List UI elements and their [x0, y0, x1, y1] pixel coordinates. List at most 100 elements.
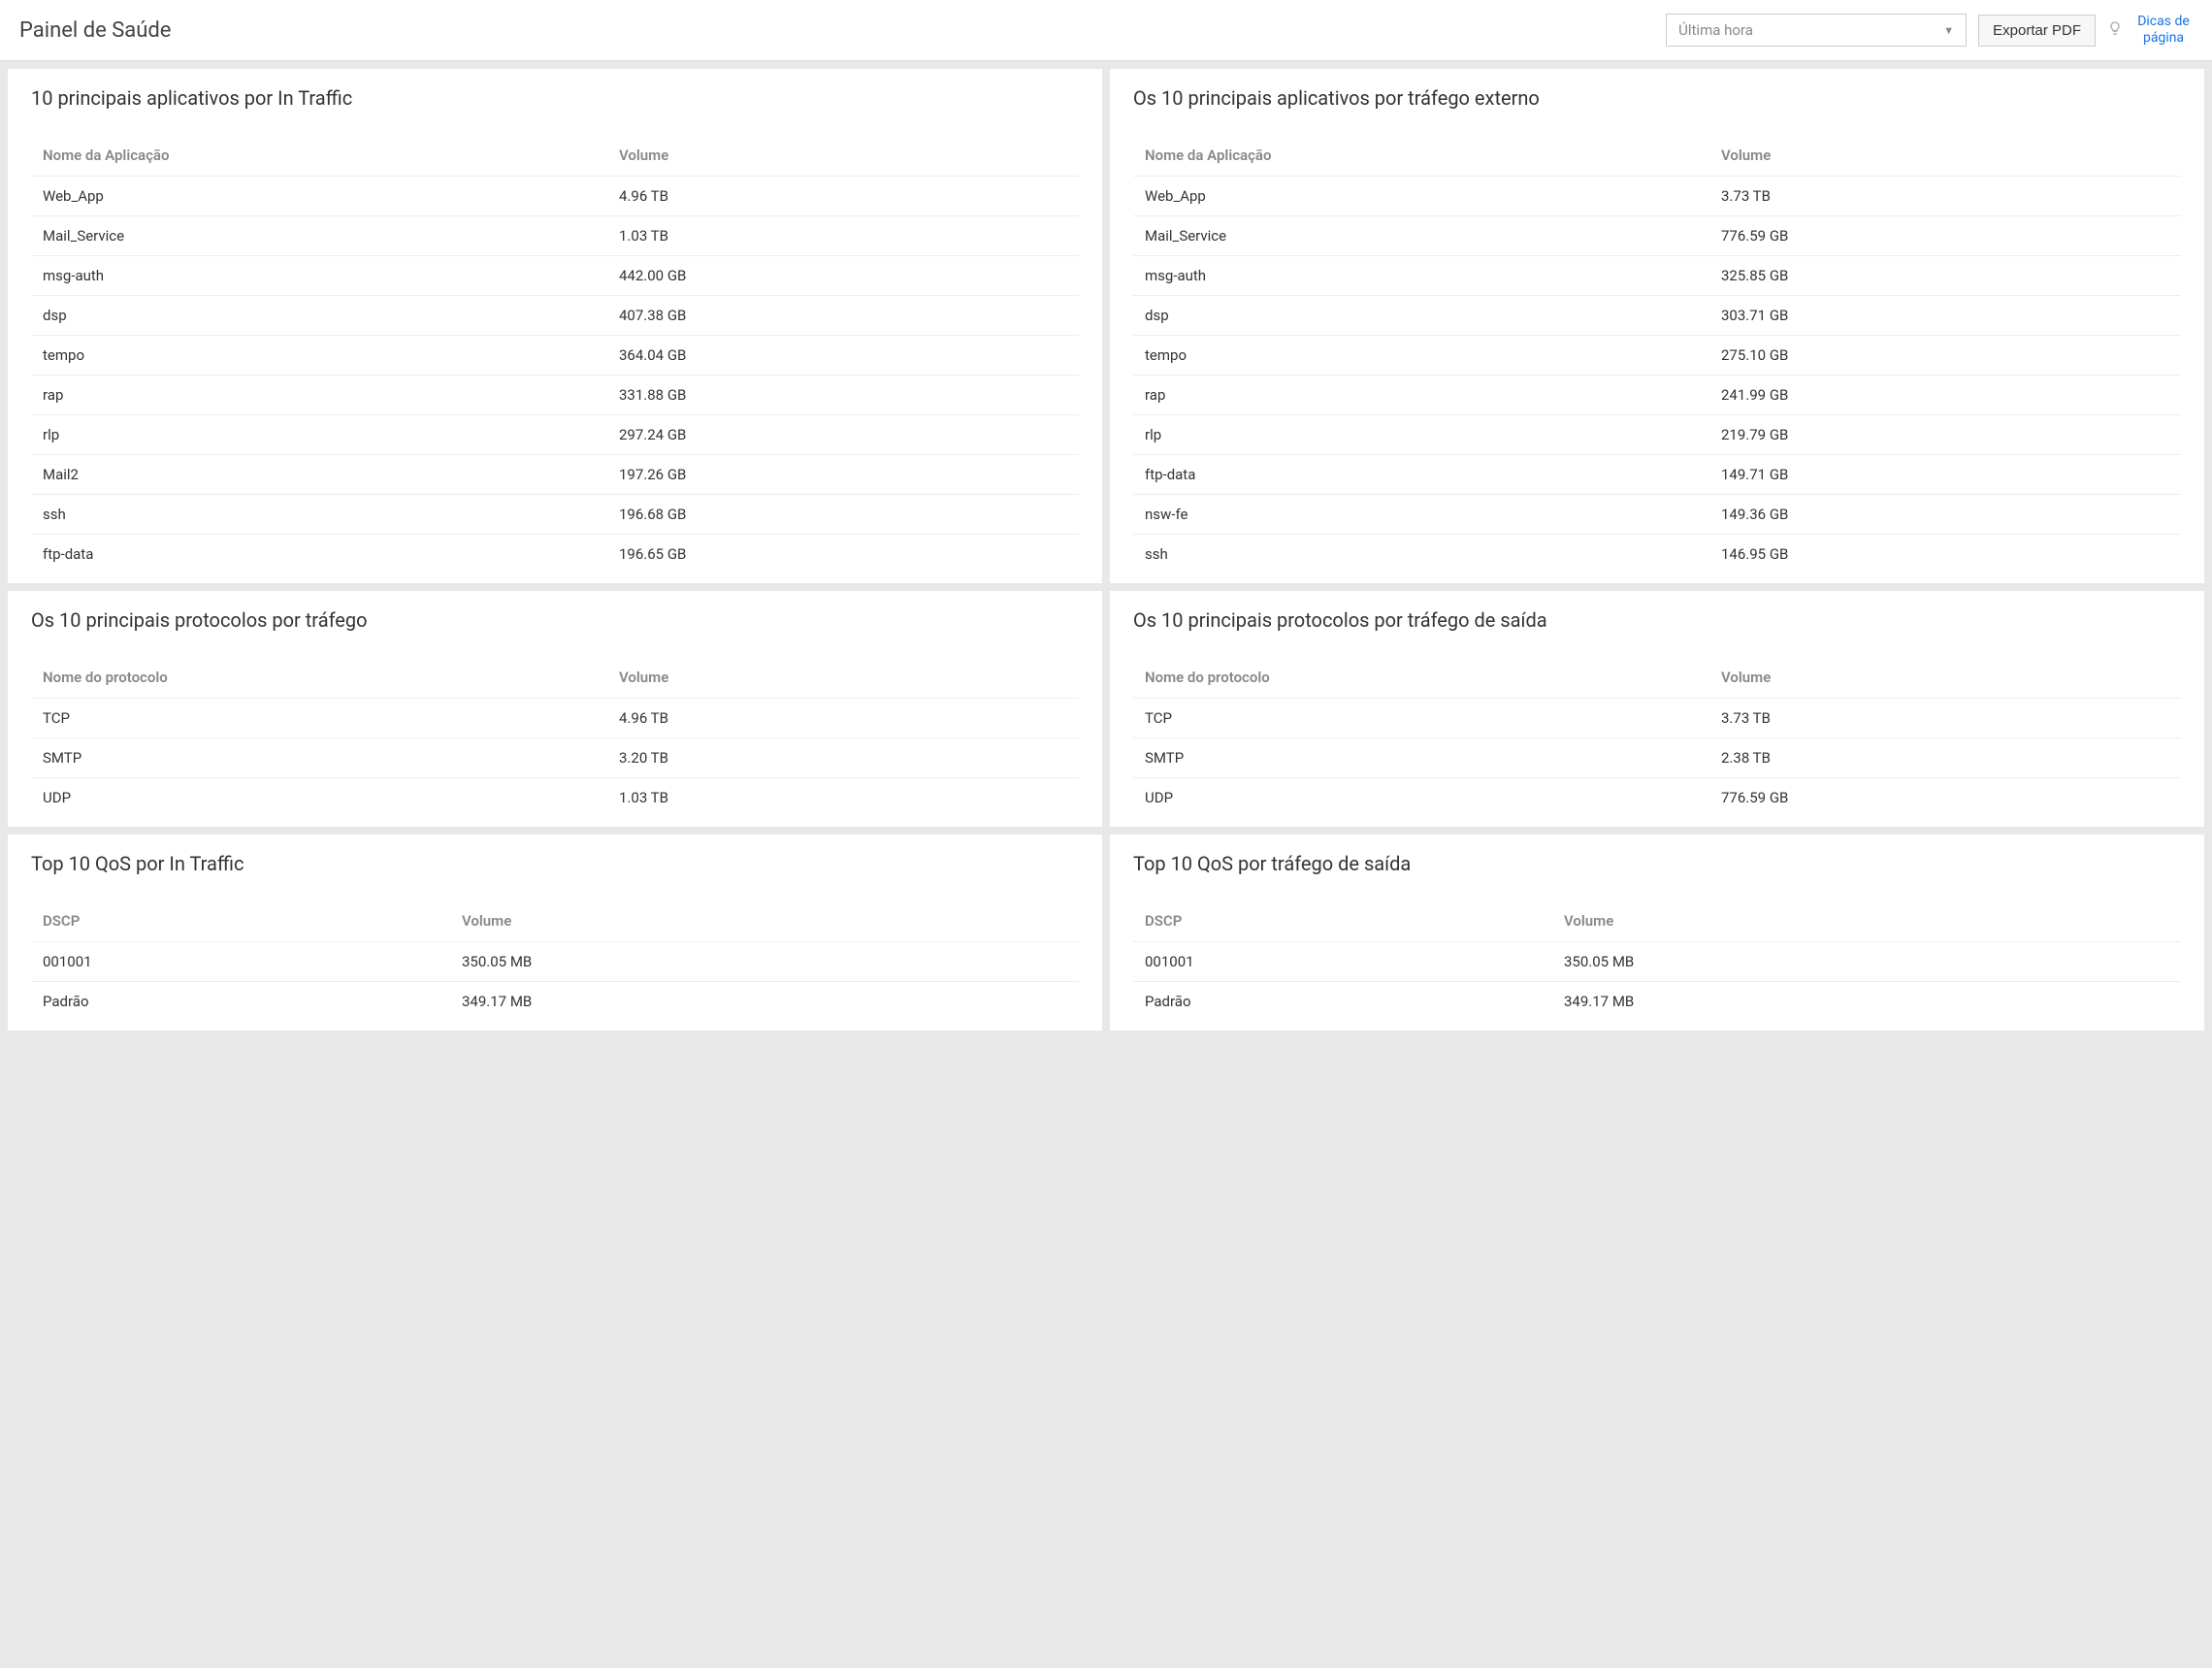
table-row[interactable]: nsw-fe149.36 GB	[1133, 495, 2181, 535]
dashboard-grid: 10 principais aplicativos por In Traffic…	[0, 61, 2212, 1038]
table-row[interactable]: msg-auth442.00 GB	[31, 256, 1079, 296]
col-header-volume[interactable]: Volume	[1709, 659, 2181, 699]
table-row[interactable]: UDP776.59 GB	[1133, 778, 2181, 818]
panel-proto-out-traffic: Os 10 principais protocolos por tráfego …	[1110, 591, 2204, 827]
cell-name: rap	[1133, 376, 1709, 415]
cell-volume: 349.17 MB	[1552, 982, 2181, 1022]
col-header-name[interactable]: Nome do protocolo	[31, 659, 607, 699]
col-header-name[interactable]: Nome da Aplicação	[31, 137, 607, 177]
cell-name: tempo	[31, 336, 607, 376]
cell-name: TCP	[31, 699, 607, 738]
table-row[interactable]: Mail_Service1.03 TB	[31, 216, 1079, 256]
cell-name: dsp	[31, 296, 607, 336]
lightbulb-icon[interactable]	[2107, 20, 2123, 40]
table-row[interactable]: 001001350.05 MB	[1133, 942, 2181, 982]
cell-name: UDP	[31, 778, 607, 818]
cell-volume: 146.95 GB	[1709, 535, 2181, 574]
cell-volume: 331.88 GB	[607, 376, 1079, 415]
table-row[interactable]: ssh146.95 GB	[1133, 535, 2181, 574]
cell-volume: 1.03 TB	[607, 216, 1079, 256]
cell-name: ssh	[1133, 535, 1709, 574]
table-row[interactable]: dsp303.71 GB	[1133, 296, 2181, 336]
col-header-volume[interactable]: Volume	[607, 659, 1079, 699]
col-header-volume[interactable]: Volume	[450, 902, 1079, 942]
table-row[interactable]: rap241.99 GB	[1133, 376, 2181, 415]
table-row[interactable]: ssh196.68 GB	[31, 495, 1079, 535]
table-row[interactable]: Web_App3.73 TB	[1133, 177, 2181, 216]
col-header-name[interactable]: Nome da Aplicação	[1133, 137, 1709, 177]
cell-volume: 219.79 GB	[1709, 415, 2181, 455]
table-row[interactable]: SMTP3.20 TB	[31, 738, 1079, 778]
cell-name: 001001	[31, 942, 450, 982]
panel-proto-in-traffic: Os 10 principais protocolos por tráfego …	[8, 591, 1102, 827]
cell-volume: 4.96 TB	[607, 177, 1079, 216]
panel-qos-in-traffic: Top 10 QoS por In Traffic DSCP Volume 00…	[8, 834, 1102, 1030]
chevron-down-icon: ▼	[1943, 24, 1954, 37]
table-row[interactable]: msg-auth325.85 GB	[1133, 256, 2181, 296]
table-row[interactable]: Padrão349.17 MB	[31, 982, 1079, 1022]
cell-volume: 196.68 GB	[607, 495, 1079, 535]
cell-name: dsp	[1133, 296, 1709, 336]
cell-volume: 776.59 GB	[1709, 216, 2181, 256]
cell-name: SMTP	[31, 738, 607, 778]
table-row[interactable]: rlp297.24 GB	[31, 415, 1079, 455]
cell-volume: 442.00 GB	[607, 256, 1079, 296]
cell-name: rap	[31, 376, 607, 415]
cell-volume: 364.04 GB	[607, 336, 1079, 376]
qos-out-table: DSCP Volume 001001350.05 MBPadrão349.17 …	[1133, 902, 2181, 1021]
cell-name: tempo	[1133, 336, 1709, 376]
table-row[interactable]: TCP4.96 TB	[31, 699, 1079, 738]
table-row[interactable]: Mail2197.26 GB	[31, 455, 1079, 495]
table-row[interactable]: rap331.88 GB	[31, 376, 1079, 415]
time-range-select[interactable]: Última hora ▼	[1666, 14, 1967, 47]
page-header: Painel de Saúde Última hora ▼ Exportar P…	[0, 0, 2212, 61]
cell-volume: 297.24 GB	[607, 415, 1079, 455]
table-row[interactable]: dsp407.38 GB	[31, 296, 1079, 336]
table-row[interactable]: Padrão349.17 MB	[1133, 982, 2181, 1022]
header-actions: Última hora ▼ Exportar PDF Dicas de pági…	[1666, 14, 2193, 47]
cell-volume: 2.38 TB	[1709, 738, 2181, 778]
table-row[interactable]: Mail_Service776.59 GB	[1133, 216, 2181, 256]
col-header-volume[interactable]: Volume	[607, 137, 1079, 177]
proto-out-table: Nome do protocolo Volume TCP3.73 TBSMTP2…	[1133, 659, 2181, 817]
table-row[interactable]: rlp219.79 GB	[1133, 415, 2181, 455]
col-header-name[interactable]: DSCP	[31, 902, 450, 942]
export-pdf-button[interactable]: Exportar PDF	[1978, 15, 2096, 47]
table-row[interactable]: Web_App4.96 TB	[31, 177, 1079, 216]
cell-volume: 241.99 GB	[1709, 376, 2181, 415]
proto-in-table: Nome do protocolo Volume TCP4.96 TBSMTP3…	[31, 659, 1079, 817]
page-title: Painel de Saúde	[19, 18, 171, 43]
table-row[interactable]: tempo364.04 GB	[31, 336, 1079, 376]
cell-name: ftp-data	[31, 535, 607, 574]
table-row[interactable]: 001001350.05 MB	[31, 942, 1079, 982]
cell-volume: 776.59 GB	[1709, 778, 2181, 818]
table-row[interactable]: SMTP2.38 TB	[1133, 738, 2181, 778]
cell-name: Web_App	[1133, 177, 1709, 216]
cell-volume: 197.26 GB	[607, 455, 1079, 495]
cell-volume: 325.85 GB	[1709, 256, 2181, 296]
cell-volume: 407.38 GB	[607, 296, 1079, 336]
cell-name: TCP	[1133, 699, 1709, 738]
cell-volume: 3.73 TB	[1709, 699, 2181, 738]
table-row[interactable]: ftp-data149.71 GB	[1133, 455, 2181, 495]
col-header-volume[interactable]: Volume	[1709, 137, 2181, 177]
cell-volume: 303.71 GB	[1709, 296, 2181, 336]
panel-title: Top 10 QoS por tráfego de saída	[1133, 852, 2181, 875]
cell-name: UDP	[1133, 778, 1709, 818]
qos-in-table: DSCP Volume 001001350.05 MBPadrão349.17 …	[31, 902, 1079, 1021]
table-row[interactable]: ftp-data196.65 GB	[31, 535, 1079, 574]
col-header-volume[interactable]: Volume	[1552, 902, 2181, 942]
table-row[interactable]: UDP1.03 TB	[31, 778, 1079, 818]
apps-in-table: Nome da Aplicação Volume Web_App4.96 TBM…	[31, 137, 1079, 573]
cell-name: rlp	[31, 415, 607, 455]
cell-name: Padrão	[31, 982, 450, 1022]
table-row[interactable]: tempo275.10 GB	[1133, 336, 2181, 376]
cell-volume: 149.36 GB	[1709, 495, 2181, 535]
col-header-name[interactable]: DSCP	[1133, 902, 1552, 942]
col-header-name[interactable]: Nome do protocolo	[1133, 659, 1709, 699]
panel-title: Os 10 principais protocolos por tráfego …	[1133, 608, 2181, 632]
panel-apps-in-traffic: 10 principais aplicativos por In Traffic…	[8, 69, 1102, 583]
table-row[interactable]: TCP3.73 TB	[1133, 699, 2181, 738]
page-tips-link[interactable]: Dicas de página	[2134, 14, 2193, 47]
cell-volume: 4.96 TB	[607, 699, 1079, 738]
